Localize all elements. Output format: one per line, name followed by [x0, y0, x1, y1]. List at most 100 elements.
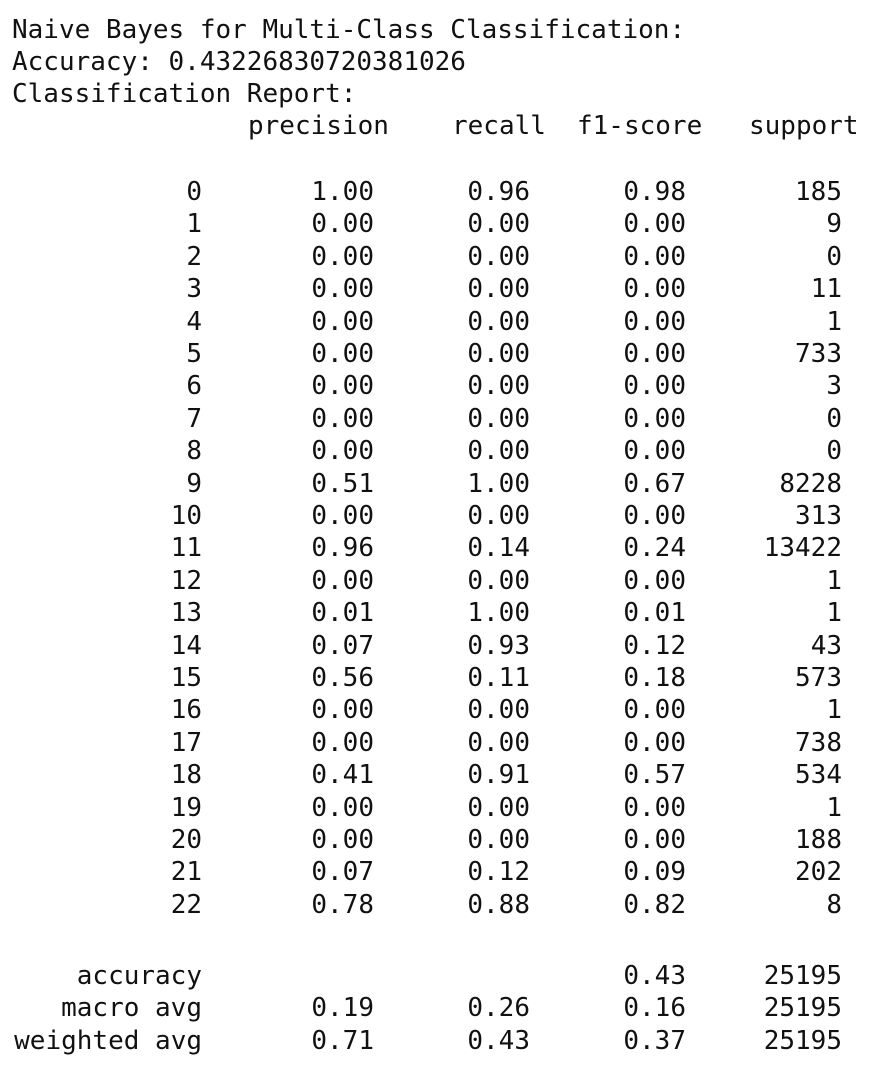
support-value: 188: [795, 825, 842, 855]
precision-value: 0.56: [311, 663, 374, 693]
f1-score-value: 0.00: [623, 241, 686, 272]
support-value: 1: [826, 306, 842, 337]
row-label: 1: [186, 209, 202, 240]
header-precision: precision: [248, 111, 389, 141]
row-label: 20: [170, 825, 202, 855]
recall-value: 1.00: [467, 598, 530, 629]
support-value: 313: [795, 501, 842, 531]
precision-value: 0.00: [311, 501, 374, 531]
row-label: 12: [170, 565, 202, 596]
precision-value: 0.00: [311, 436, 374, 467]
f1-score-value: 0.00: [623, 565, 686, 596]
row-label: macro avg: [61, 993, 202, 1024]
row-label: 15: [170, 663, 202, 693]
row-label: 4: [186, 306, 202, 337]
recall-value: 0.96: [467, 177, 530, 207]
row-label: 3: [186, 274, 202, 305]
precision-value: 0.71: [311, 1025, 374, 1056]
precision-value: 0.51: [311, 468, 374, 499]
f1-score-value: 0.00: [623, 209, 686, 240]
support-value: 8228: [779, 468, 842, 499]
precision-value: 0.01: [311, 598, 374, 629]
f1-score-value: 0.16: [623, 993, 686, 1024]
row-label: 0: [186, 177, 202, 207]
row-label: 22: [170, 889, 202, 920]
precision-value: 0.00: [311, 274, 374, 305]
precision-value: 0.07: [311, 630, 374, 661]
precision-value: 0.19: [311, 993, 374, 1024]
row-label: 2: [186, 241, 202, 272]
accuracy-line: Accuracy: 0.43226830720381026: [12, 47, 466, 77]
row-label: 9: [186, 468, 202, 499]
support-value: 25195: [763, 1025, 842, 1056]
f1-score-value: 0.00: [623, 306, 686, 337]
f1-score-value: 0.37: [623, 1025, 686, 1056]
f1-score-value: 0.01: [623, 598, 686, 629]
f1-score-value: 0.00: [623, 825, 686, 855]
recall-value: 0.11: [467, 663, 530, 693]
precision-value: 0.00: [311, 825, 374, 855]
recall-value: 0.00: [467, 371, 530, 402]
support-value: 1: [826, 598, 842, 629]
row-label: 18: [170, 760, 202, 791]
recall-value: 0.00: [467, 825, 530, 855]
support-value: 13422: [763, 533, 842, 564]
row-label: 21: [170, 857, 202, 888]
row-label: 14: [170, 630, 202, 661]
recall-value: 0.88: [467, 889, 530, 920]
precision-value: 0.41: [311, 760, 374, 791]
f1-score-value: 0.57: [623, 760, 686, 791]
support-value: 1: [826, 565, 842, 596]
header-f1-score: f1-score: [577, 111, 703, 141]
f1-score-value: 0.43: [623, 961, 686, 991]
recall-value: 0.00: [467, 792, 530, 823]
f1-score-value: 0.00: [623, 727, 686, 758]
recall-value: 0.00: [467, 403, 530, 434]
precision-value: 0.00: [311, 727, 374, 758]
recall-value: 0.00: [467, 209, 530, 240]
support-value: 1: [826, 695, 842, 726]
row-label: 19: [170, 792, 202, 823]
precision-value: 0.78: [311, 889, 374, 920]
recall-value: 0.93: [467, 630, 530, 661]
recall-value: 0.43: [467, 1025, 530, 1056]
row-label: 6: [186, 371, 202, 402]
f1-score-value: 0.00: [623, 792, 686, 823]
f1-score-value: 0.09: [623, 857, 686, 888]
recall-value: 0.00: [467, 565, 530, 596]
f1-score-value: 0.00: [623, 371, 686, 402]
recall-value: 0.00: [467, 695, 530, 726]
recall-value: 0.91: [467, 760, 530, 791]
precision-value: 0.00: [311, 306, 374, 337]
f1-score-value: 0.00: [623, 436, 686, 467]
precision-value: 0.00: [311, 241, 374, 272]
support-value: 25195: [763, 993, 842, 1024]
precision-value: 0.07: [311, 857, 374, 888]
support-value: 1: [826, 792, 842, 823]
support-value: 0: [826, 403, 842, 434]
report-header-row: precision recall f1-score support: [12, 110, 859, 142]
row-label: 7: [186, 403, 202, 434]
precision-value: 0.00: [311, 209, 374, 240]
precision-value: 0.00: [311, 792, 374, 823]
classification-report-label: Classification Report:: [12, 79, 357, 109]
f1-score-value: 0.00: [623, 274, 686, 305]
f1-score-value: 0.00: [623, 339, 686, 369]
recall-value: 0.00: [467, 339, 530, 369]
support-value: 573: [795, 663, 842, 693]
recall-value: 0.00: [467, 501, 530, 531]
support-value: 738: [795, 727, 842, 758]
f1-score-value: 0.00: [623, 403, 686, 434]
report-title: Naive Bayes for Multi-Class Classificati…: [12, 15, 686, 45]
recall-value: 0.26: [467, 993, 530, 1024]
precision-value: 0.00: [311, 403, 374, 434]
row-label: 13: [170, 598, 202, 629]
header-support: support: [749, 111, 859, 141]
support-value: 534: [795, 760, 842, 791]
recall-value: 0.00: [467, 241, 530, 272]
f1-score-value: 0.12: [623, 630, 686, 661]
f1-score-value: 0.18: [623, 663, 686, 693]
precision-value: 1.00: [311, 177, 374, 207]
f1-score-value: 0.24: [623, 533, 686, 564]
support-value: 9: [826, 209, 842, 240]
